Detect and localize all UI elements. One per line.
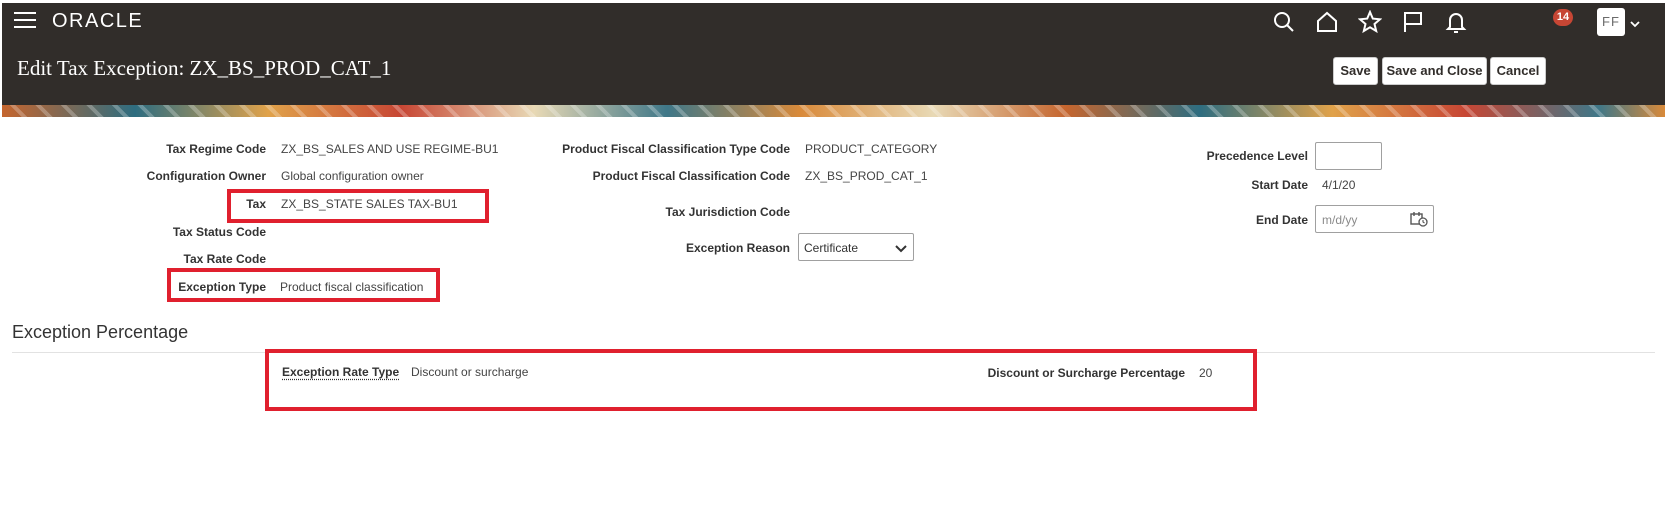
oracle-logo[interactable]: ORACLE bbox=[52, 10, 143, 33]
configuration-owner-label: Configuration Owner bbox=[146, 169, 266, 183]
navigator-menu-icon[interactable] bbox=[14, 12, 36, 28]
bell-icon[interactable] bbox=[1442, 8, 1470, 36]
tax-regime-code-label: Tax Regime Code bbox=[166, 142, 266, 156]
chevron-down-icon bbox=[895, 243, 907, 257]
pfc-type-code-value: PRODUCT_CATEGORY bbox=[805, 142, 938, 156]
start-date-label: Start Date bbox=[1251, 178, 1308, 192]
user-avatar[interactable]: FF bbox=[1597, 8, 1625, 36]
exception-reason-selected-value: Certificate bbox=[804, 241, 859, 255]
precedence-level-label: Precedence Level bbox=[1206, 149, 1308, 163]
pfc-type-code-label: Product Fiscal Classification Type Code bbox=[562, 142, 790, 156]
cancel-button[interactable]: Cancel bbox=[1490, 57, 1546, 85]
exception-reason-label: Exception Reason bbox=[685, 241, 790, 255]
tax-regime-code-value: ZX_BS_SALES AND USE REGIME-BU1 bbox=[281, 142, 499, 156]
pfc-code-label: Product Fiscal Classification Code bbox=[592, 169, 790, 183]
tax-jurisdiction-code-label: Tax Jurisdiction Code bbox=[665, 205, 790, 219]
page-title: Edit Tax Exception: ZX_BS_PROD_CAT_1 bbox=[17, 56, 392, 80]
end-date-input[interactable]: m/d/yy bbox=[1315, 205, 1434, 233]
tax-rate-code-label: Tax Rate Code bbox=[183, 252, 266, 266]
decorative-banner bbox=[2, 105, 1665, 117]
end-date-label: End Date bbox=[1255, 213, 1308, 227]
search-icon[interactable] bbox=[1270, 8, 1298, 36]
save-and-close-button[interactable]: Save and Close bbox=[1382, 57, 1487, 85]
exception-type-highlight-box bbox=[167, 268, 440, 302]
chevron-down-icon[interactable] bbox=[1630, 16, 1640, 28]
flag-icon[interactable] bbox=[1399, 8, 1427, 36]
start-date-value: 4/1/20 bbox=[1322, 178, 1356, 192]
end-date-placeholder: m/d/yy bbox=[1322, 213, 1358, 227]
exception-percentage-heading: Exception Percentage bbox=[12, 322, 189, 342]
exception-reason-select[interactable]: Certificate bbox=[798, 233, 914, 261]
notification-badge: 14 bbox=[1553, 9, 1573, 26]
exception-rate-highlight-box bbox=[265, 349, 1257, 411]
home-icon[interactable] bbox=[1313, 8, 1341, 36]
tax-highlight-box bbox=[227, 189, 489, 223]
pfc-code-value: ZX_BS_PROD_CAT_1 bbox=[805, 169, 928, 183]
configuration-owner-value: Global configuration owner bbox=[281, 169, 424, 183]
calendar-icon[interactable] bbox=[1410, 211, 1428, 230]
precedence-level-input[interactable] bbox=[1315, 142, 1382, 170]
star-icon[interactable] bbox=[1356, 8, 1384, 36]
save-button[interactable]: Save bbox=[1333, 57, 1378, 85]
tax-status-code-label: Tax Status Code bbox=[172, 225, 266, 239]
